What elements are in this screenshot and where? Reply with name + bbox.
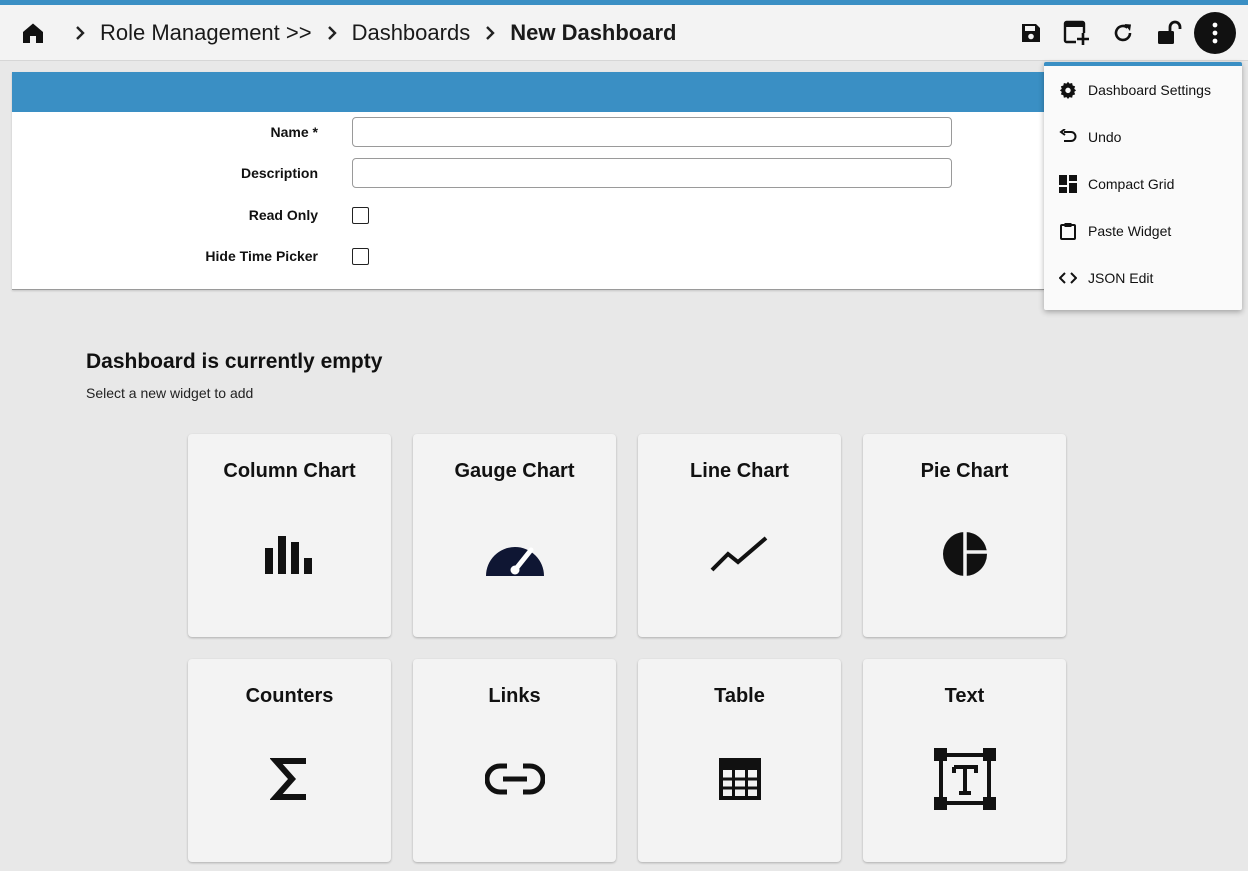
- clipboard-icon: [1058, 221, 1078, 241]
- widget-label: Links: [488, 685, 541, 707]
- widget-label: Gauge Chart: [454, 460, 575, 482]
- text-box-icon: [863, 748, 1066, 810]
- read-only-row: Read Only: [12, 200, 1044, 230]
- widget-label: Counters: [245, 685, 334, 707]
- menu-item-label: JSON Edit: [1088, 269, 1154, 286]
- name-input[interactable]: [352, 117, 952, 147]
- add-widget-icon[interactable]: [1060, 16, 1094, 50]
- gear-icon: [1058, 80, 1078, 100]
- menu-item-label: Compact Grid: [1088, 175, 1175, 192]
- link-icon: [413, 749, 616, 809]
- table-icon: [638, 749, 841, 809]
- form-header-bar: [12, 72, 1044, 112]
- widget-label: Text: [944, 685, 985, 707]
- widget-column-chart[interactable]: Column Chart: [188, 434, 391, 637]
- toolbar: [1002, 5, 1236, 61]
- breadcrumb: Role Management >> Dashboards New Dashbo…: [20, 5, 676, 61]
- menu-item-dashboard-settings[interactable]: Dashboard Settings: [1044, 66, 1242, 113]
- chevron-right-icon: [484, 25, 496, 41]
- column-chart-icon: [188, 524, 391, 584]
- description-row: Description: [12, 158, 1044, 188]
- line-chart-icon: [638, 524, 841, 584]
- grid-icon: [1058, 174, 1078, 194]
- widget-label: Pie Chart: [920, 460, 1009, 482]
- widget-pie-chart[interactable]: Pie Chart: [863, 434, 1066, 637]
- widget-label: Line Chart: [690, 460, 789, 482]
- widget-label: Column Chart: [223, 460, 356, 482]
- hide-time-picker-row: Hide Time Picker: [12, 241, 1044, 271]
- chevron-right-icon: [74, 25, 86, 41]
- dashboard-form: Name * Description Read Only Hide Time P…: [12, 72, 1044, 290]
- empty-state-subtitle: Select a new widget to add: [86, 385, 254, 401]
- sigma-icon: [188, 749, 391, 809]
- widget-links[interactable]: Links: [413, 659, 616, 862]
- menu-item-json-edit[interactable]: JSON Edit: [1044, 254, 1242, 301]
- hide-time-picker-checkbox[interactable]: [352, 247, 369, 265]
- menu-item-undo[interactable]: Undo: [1044, 113, 1242, 160]
- widget-label: Table: [714, 685, 765, 707]
- pie-chart-icon: [863, 524, 1066, 584]
- widget-table[interactable]: Table: [638, 659, 841, 862]
- widget-line-chart[interactable]: Line Chart: [638, 434, 841, 637]
- read-only-label: Read Only: [248, 207, 318, 223]
- name-row: Name *: [12, 117, 1044, 147]
- refresh-icon[interactable]: [1106, 16, 1140, 50]
- gauge-icon: [413, 524, 616, 584]
- widget-text[interactable]: Text: [863, 659, 1066, 862]
- breadcrumb-dashboards[interactable]: Dashboards: [352, 20, 471, 46]
- menu-item-label: Undo: [1088, 128, 1122, 145]
- name-label: Name *: [270, 124, 318, 140]
- empty-state-title: Dashboard is currently empty: [86, 350, 383, 373]
- menu-item-label: Dashboard Settings: [1088, 81, 1211, 98]
- header-bar: Role Management >> Dashboards New Dashbo…: [0, 5, 1248, 61]
- code-icon: [1058, 268, 1078, 288]
- chevron-right-icon: [326, 25, 338, 41]
- widget-counters[interactable]: Counters: [188, 659, 391, 862]
- breadcrumb-role-management[interactable]: Role Management >>: [100, 20, 312, 46]
- description-label: Description: [240, 165, 318, 181]
- widget-gauge-chart[interactable]: Gauge Chart: [413, 434, 616, 637]
- undo-icon: [1058, 127, 1078, 147]
- menu-item-compact-grid[interactable]: Compact Grid: [1044, 160, 1242, 207]
- home-icon[interactable]: [20, 20, 46, 46]
- breadcrumb-current-page: New Dashboard: [510, 20, 677, 45]
- description-input[interactable]: [352, 158, 952, 188]
- save-icon[interactable]: [1014, 16, 1048, 50]
- read-only-checkbox[interactable]: [352, 206, 369, 224]
- more-options-menu: Dashboard Settings Undo Compact Grid Pas…: [1044, 62, 1242, 310]
- more-vertical-icon[interactable]: [1194, 12, 1236, 54]
- menu-item-paste-widget[interactable]: Paste Widget: [1044, 207, 1242, 254]
- menu-item-label: Paste Widget: [1088, 222, 1172, 239]
- hide-time-picker-label: Hide Time Picker: [205, 248, 318, 264]
- unlock-icon[interactable]: [1152, 16, 1186, 50]
